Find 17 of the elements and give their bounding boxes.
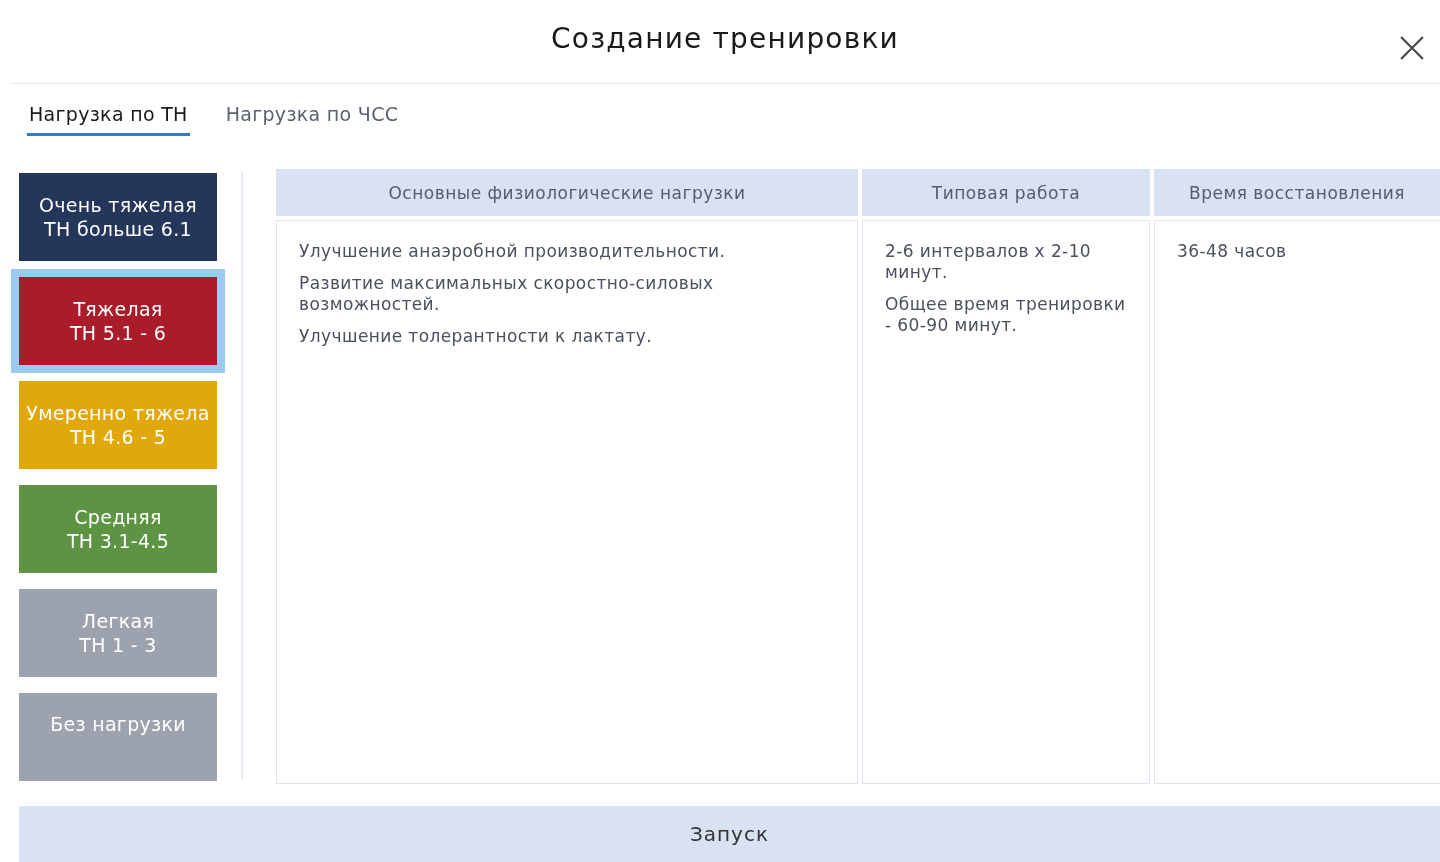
- cell-text: Развитие максимальных скоростно-силовых возможностей.: [299, 273, 715, 315]
- column-header: Время восстановления: [1154, 169, 1440, 216]
- load-level-button[interactable]: Средняя ТН 3.1-4.5: [19, 485, 217, 573]
- load-level-button[interactable]: Очень тяжелая ТН больше 6.1: [19, 173, 217, 261]
- window-title: Создание тренировки: [551, 22, 899, 55]
- cell-text: Улучшение анаэробной производительности.: [299, 241, 727, 262]
- cell-text: 2-6 интервалов х 2-10 минут.: [885, 241, 1093, 283]
- load-level-button[interactable]: Тяжелая ТН 5.1 - 6: [11, 269, 225, 373]
- column-header: Типовая работа: [862, 169, 1150, 216]
- cell-text: 36-48 часов: [1177, 241, 1288, 262]
- cell-text: Общее время тренировки - 60-90 минут.: [885, 294, 1127, 336]
- tab[interactable]: Нагрузка по ТН: [27, 84, 190, 137]
- tab[interactable]: Нагрузка по ЧСС: [223, 84, 401, 137]
- launch-button[interactable]: Запуск: [19, 806, 1440, 862]
- close-icon[interactable]: [1400, 36, 1424, 60]
- cell-text: Улучшение толерантности к лактату.: [299, 326, 653, 347]
- column-header: Основные физиологические нагрузки: [276, 169, 858, 216]
